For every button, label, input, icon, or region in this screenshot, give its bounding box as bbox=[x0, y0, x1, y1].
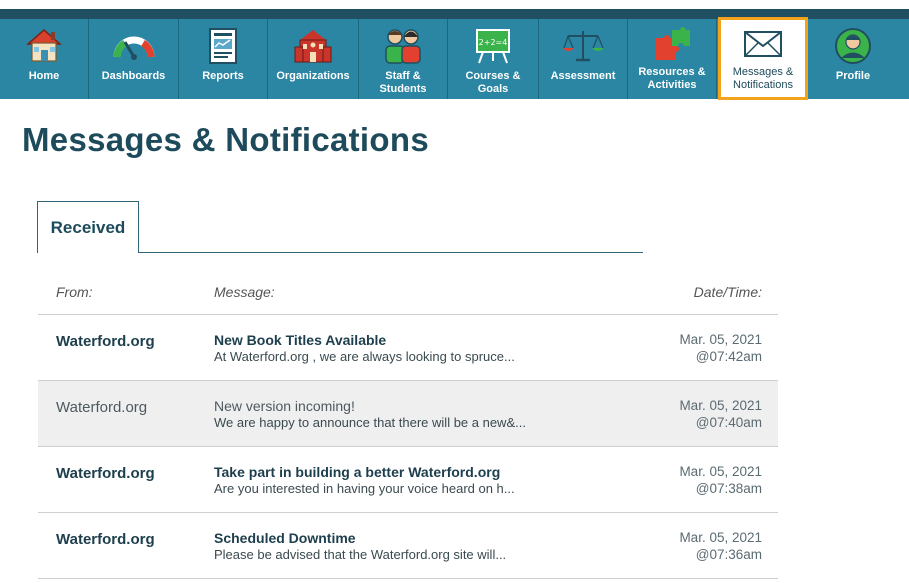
table-row[interactable]: Waterford.org New Book Titles Available … bbox=[38, 315, 778, 381]
nav-label-resources: Resources & Activities bbox=[636, 66, 707, 92]
nav-label-organizations: Organizations bbox=[276, 70, 350, 82]
school-building-icon bbox=[290, 25, 336, 67]
row-from: Waterford.org bbox=[56, 465, 155, 482]
row-date: Mar. 05, 2021 bbox=[679, 398, 762, 413]
row-time: @07:38am bbox=[695, 481, 762, 496]
user-avatar-icon bbox=[830, 25, 876, 67]
nav-label-resources-line2: Activities bbox=[647, 79, 697, 91]
page-title: Messages & Notifications bbox=[22, 121, 429, 158]
row-datetime: Mar. 05, 2021 @07:42am bbox=[679, 331, 762, 365]
nav-label-assessment: Assessment bbox=[550, 70, 616, 82]
row-subject: New Book Titles Available bbox=[214, 332, 387, 348]
nav-item-dashboards[interactable]: Dashboards bbox=[89, 19, 179, 99]
nav-label-dashboards: Dashboards bbox=[101, 70, 166, 82]
main-nav: Home Dashboards Reports Organizations St… bbox=[0, 17, 909, 100]
tab-received[interactable]: Received bbox=[37, 201, 139, 253]
row-from: Waterford.org bbox=[56, 399, 148, 416]
row-datetime: Mar. 05, 2021 @07:40am bbox=[679, 397, 762, 431]
row-from: Waterford.org bbox=[56, 531, 155, 548]
row-subject: Take part in building a better Waterford… bbox=[214, 464, 501, 480]
nav-label-reports: Reports bbox=[202, 70, 244, 82]
row-subject: Scheduled Downtime bbox=[214, 530, 356, 546]
svg-text:2+2=4: 2+2=4 bbox=[479, 38, 508, 47]
nav-item-courses-goals[interactable]: 2+2=4 Courses & Goals bbox=[448, 19, 539, 99]
header-message: Message: bbox=[214, 284, 275, 300]
nav-item-reports[interactable]: Reports bbox=[179, 19, 268, 99]
top-white-strip bbox=[0, 0, 909, 9]
messages-table: From: Message: Date/Time: Waterford.org … bbox=[38, 271, 778, 579]
header-datetime: Date/Time: bbox=[693, 284, 762, 300]
nav-item-messages-notifications[interactable]: Messages & Notifications bbox=[718, 17, 808, 100]
row-preview: Are you interested in having your voice … bbox=[214, 481, 515, 496]
nav-item-assessment[interactable]: Assessment bbox=[539, 19, 628, 99]
row-date: Mar. 05, 2021 bbox=[679, 530, 762, 545]
nav-label-profile: Profile bbox=[835, 70, 871, 82]
nav-label-messages-line2: Notifications bbox=[733, 79, 793, 91]
row-datetime: Mar. 05, 2021 @07:36am bbox=[679, 529, 762, 563]
table-row[interactable]: Waterford.org New version incoming! We a… bbox=[38, 381, 778, 447]
nav-label-messages-line1: Messages & bbox=[732, 66, 794, 78]
table-row[interactable]: Waterford.org Take part in building a be… bbox=[38, 447, 778, 513]
row-preview: Please be advised that the Waterford.org… bbox=[214, 547, 507, 562]
nav-label-staff-students: Staff & Students bbox=[379, 70, 427, 95]
row-subject: New version incoming! bbox=[214, 398, 355, 414]
nav-item-profile[interactable]: Profile bbox=[808, 19, 898, 99]
row-date: Mar. 05, 2021 bbox=[679, 332, 762, 347]
row-date: Mar. 05, 2021 bbox=[679, 464, 762, 479]
nav-item-home[interactable]: Home bbox=[0, 19, 89, 99]
nav-label-resources-line1: Resources & bbox=[638, 66, 706, 78]
scales-icon bbox=[560, 25, 606, 67]
nav-label-messages: Messages & Notifications bbox=[731, 66, 796, 92]
row-time: @07:36am bbox=[695, 547, 762, 562]
header-from: From: bbox=[56, 284, 93, 300]
row-preview: We are happy to announce that there will… bbox=[214, 415, 526, 430]
table-row[interactable]: Waterford.org Scheduled Downtime Please … bbox=[38, 513, 778, 579]
nav-item-staff-students[interactable]: Staff & Students bbox=[359, 19, 448, 99]
nav-item-resources-activities[interactable]: Resources & Activities bbox=[628, 19, 717, 99]
people-icon bbox=[380, 25, 426, 67]
nav-label-courses-goals: Courses & Goals bbox=[465, 70, 521, 95]
nav-item-organizations[interactable]: Organizations bbox=[268, 19, 359, 99]
report-icon bbox=[200, 25, 246, 67]
house-icon bbox=[21, 25, 67, 67]
row-preview: At Waterford.org , we are always looking… bbox=[214, 349, 515, 364]
envelope-icon bbox=[740, 25, 786, 63]
table-header: From: Message: Date/Time: bbox=[38, 271, 778, 315]
nav-label-home: Home bbox=[28, 70, 60, 82]
row-datetime: Mar. 05, 2021 @07:38am bbox=[679, 463, 762, 497]
puzzle-icon bbox=[649, 25, 695, 63]
row-from: Waterford.org bbox=[56, 333, 155, 350]
gauge-icon bbox=[111, 25, 157, 67]
row-time: @07:40am bbox=[695, 415, 762, 430]
row-time: @07:42am bbox=[695, 349, 762, 364]
chalkboard-icon: 2+2=4 bbox=[470, 25, 516, 67]
